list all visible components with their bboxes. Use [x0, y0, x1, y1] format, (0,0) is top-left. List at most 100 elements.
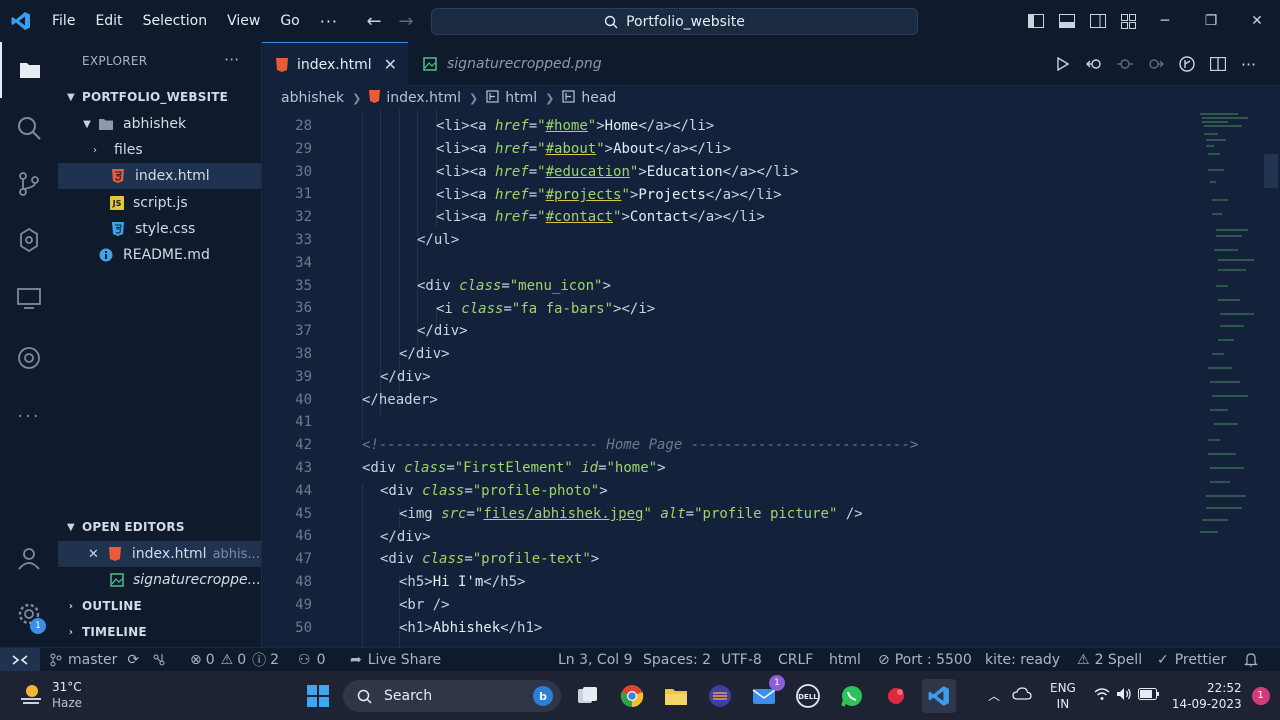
prettier-status[interactable]: ✓ Prettier	[1157, 648, 1226, 671]
menu-more-icon[interactable]: ···	[310, 12, 348, 31]
chevron-down-icon: ▼	[67, 521, 75, 533]
chrome-icon[interactable]	[615, 679, 649, 713]
battery-icon[interactable]	[1137, 688, 1160, 703]
git-branch-status[interactable]: master ⟳	[50, 648, 139, 671]
html5-icon	[107, 546, 123, 562]
timeline-header[interactable]: › TIMELINE	[58, 619, 261, 645]
tab-index-html[interactable]: index.html ✕	[262, 42, 408, 86]
vscode-taskbar-icon[interactable]	[922, 679, 956, 713]
run-icon[interactable]	[1047, 57, 1078, 71]
close-tab-icon[interactable]: ✕	[384, 55, 397, 74]
more-activity-icon[interactable]: ···	[0, 388, 58, 444]
wifi-icon[interactable]	[1094, 687, 1110, 704]
tab-signaturecropped-png[interactable]: signaturecropped.png	[408, 42, 616, 86]
restore-button[interactable]: ❐	[1188, 0, 1234, 42]
check-double-icon: ✓	[1157, 651, 1169, 668]
menu-edit[interactable]: Edit	[85, 0, 132, 42]
split-editor-icon[interactable]	[1202, 57, 1233, 71]
ports-status[interactable]: ⚇ 0	[298, 648, 325, 671]
remote-indicator-icon[interactable]	[0, 648, 40, 671]
source-control-icon[interactable]	[0, 156, 58, 212]
weather-widget[interactable]: 31°C Haze	[18, 679, 82, 711]
tree-item-index-html[interactable]: index.html	[58, 163, 261, 189]
open-editor-signature[interactable]: signaturecroppe...	[58, 567, 261, 593]
breadcrumb-html[interactable]: html	[505, 90, 537, 106]
indentation-status[interactable]: Spaces: 2	[643, 648, 711, 671]
windows-start-icon[interactable]	[301, 679, 335, 713]
tree-item-files[interactable]: › files	[58, 137, 261, 163]
live-share-activity-icon[interactable]	[0, 330, 58, 386]
code-editor[interactable]: 28 29 30 31 32 33 34 35 36 37 38 39 40 41 42 43 44 45 46 47…	[262, 110, 1280, 647]
previous-change-icon[interactable]	[1109, 57, 1140, 71]
git-graph-icon[interactable]	[152, 648, 166, 671]
toggle-panel-icon[interactable]	[1051, 0, 1082, 42]
breadcrumb-file[interactable]: index.html	[386, 90, 461, 106]
open-changes-icon[interactable]	[1078, 57, 1109, 71]
manage-gear-icon[interactable]: 1	[0, 586, 58, 642]
breadcrumb-folder[interactable]: abhishek	[281, 90, 344, 106]
chevron-up-icon[interactable]: ︿	[984, 687, 1004, 704]
open-editor-index-html[interactable]: ✕ index.html abhis...	[58, 541, 261, 567]
kite-status[interactable]: kite: ready	[985, 648, 1060, 671]
close-icon[interactable]: ✕	[88, 547, 99, 562]
back-arrow-icon[interactable]: ←	[358, 11, 390, 32]
toggle-primary-sidebar-icon[interactable]	[1020, 0, 1051, 42]
code-line-35: <div class="menu_icon">	[417, 278, 611, 294]
forward-arrow-icon[interactable]: →	[390, 11, 422, 32]
outline-header[interactable]: › OUTLINE	[58, 593, 261, 619]
extensions-icon[interactable]	[0, 212, 58, 268]
whatsapp-icon[interactable]	[835, 679, 869, 713]
customize-layout-icon[interactable]	[1113, 0, 1144, 42]
explorer-activity-icon[interactable]	[0, 42, 58, 98]
notification-badge[interactable]: 1	[1251, 686, 1270, 705]
next-change-icon[interactable]	[1140, 57, 1171, 71]
live-server-port[interactable]: ⊘ Port : 5500	[878, 648, 972, 671]
language-mode[interactable]: html	[829, 648, 861, 671]
red-app-icon[interactable]	[879, 679, 913, 713]
command-center-search[interactable]: Portfolio_website	[431, 8, 918, 35]
breadcrumb-head[interactable]: head	[581, 90, 616, 106]
toggle-secondary-sidebar-icon[interactable]	[1082, 0, 1113, 42]
live-share-status[interactable]: ➦ Live Share	[350, 648, 441, 671]
broadcast-icon: ⚇	[298, 651, 311, 668]
dell-icon[interactable]: DELL	[791, 679, 825, 713]
sync-icon[interactable]: ⟳	[127, 652, 139, 668]
code-line-46: </div>	[380, 529, 431, 545]
encoding-status[interactable]: UTF-8	[721, 648, 762, 671]
minimap[interactable]	[1198, 110, 1262, 540]
menu-selection[interactable]: Selection	[133, 0, 218, 42]
mail-icon[interactable]: 1	[747, 675, 785, 713]
open-editors-header[interactable]: ▼ OPEN EDITORS	[58, 514, 261, 540]
app-icon-violet[interactable]	[703, 679, 737, 713]
search-activity-icon[interactable]	[0, 100, 58, 156]
git-lens-icon[interactable]	[1171, 56, 1202, 72]
menu-view[interactable]: View	[217, 0, 270, 42]
more-actions-icon[interactable]: ···	[1233, 55, 1264, 74]
menu-go[interactable]: Go	[270, 0, 309, 42]
tree-item-readme[interactable]: README.md	[58, 242, 261, 268]
problems-status[interactable]: ⊗ 0 ⚠ 0 ⓘ 2	[190, 648, 279, 671]
cloud-icon[interactable]	[1012, 687, 1032, 704]
minimize-button[interactable]: ─	[1142, 0, 1188, 42]
menu-file[interactable]: File	[42, 0, 85, 42]
input-language[interactable]: ENG IN	[1050, 680, 1076, 712]
volume-icon[interactable]	[1116, 687, 1132, 704]
notifications-bell-icon[interactable]	[1244, 648, 1258, 671]
explorer-more-icon[interactable]: ···	[224, 50, 239, 69]
tree-item-script-js[interactable]: JS script.js	[58, 190, 261, 216]
vertical-scrollbar[interactable]	[1264, 154, 1278, 188]
taskbar-search[interactable]: Search b	[343, 680, 561, 712]
spell-status[interactable]: ⚠ 2 Spell	[1077, 648, 1142, 671]
taskbar-clock[interactable]: 22:52 14-09-2023	[1172, 680, 1242, 712]
chevron-right-icon: ❯	[469, 91, 479, 105]
close-window-button[interactable]: ✕	[1234, 0, 1280, 42]
tree-item-style-css[interactable]: style.css	[58, 216, 261, 242]
task-view-icon[interactable]	[571, 679, 605, 713]
accounts-icon[interactable]	[0, 530, 58, 586]
eol-status[interactable]: CRLF	[778, 648, 813, 671]
file-explorer-icon[interactable]	[659, 679, 693, 713]
workspace-root[interactable]: ▼ PORTFOLIO_WEBSITE	[58, 84, 261, 110]
cursor-position[interactable]: Ln 3, Col 9	[558, 648, 633, 671]
remote-explorer-icon[interactable]	[0, 270, 58, 326]
tree-item-abhishek[interactable]: ▼ abhishek	[58, 111, 261, 137]
